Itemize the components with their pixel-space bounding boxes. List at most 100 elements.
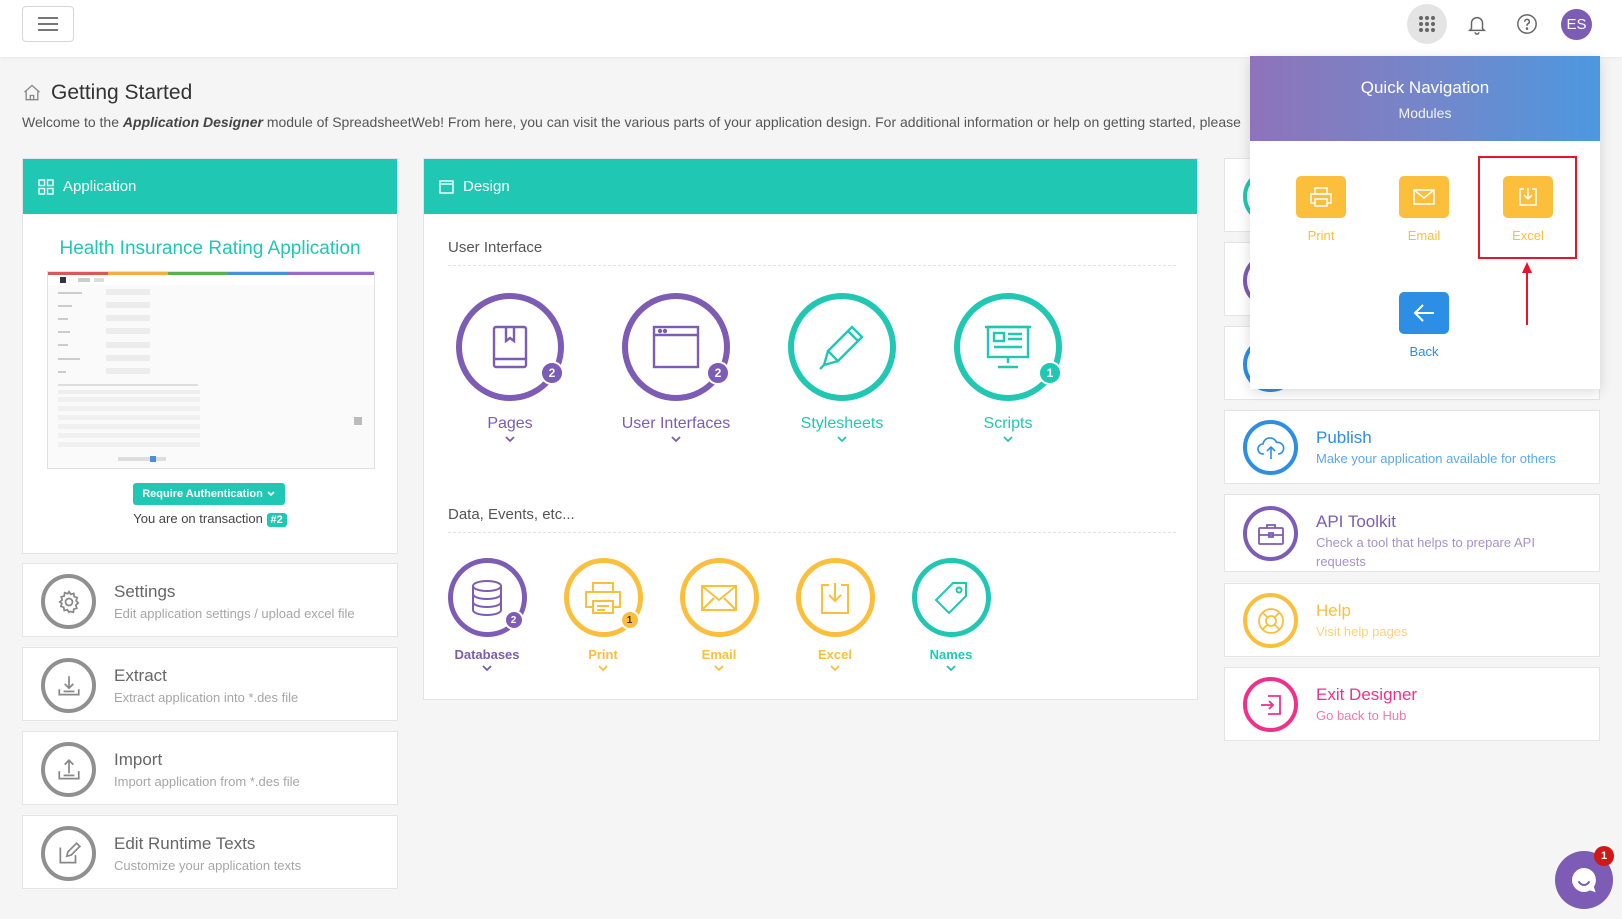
chevron-down-icon[interactable] <box>597 664 609 672</box>
pages-label: Pages <box>487 415 533 432</box>
user-interfaces-module[interactable]: 2 User Interfaces <box>611 293 741 443</box>
chevron-down-icon[interactable] <box>670 435 682 443</box>
chevron-down-icon[interactable] <box>504 435 516 443</box>
stylesheets-module[interactable]: Stylesheets <box>777 293 907 443</box>
import-card[interactable]: Import Import application from *.des fil… <box>22 731 398 805</box>
gear-icon <box>57 589 79 613</box>
menu-toggle-button[interactable] <box>22 6 74 42</box>
book-icon <box>492 325 528 369</box>
transaction-badge: #2 <box>266 513 287 527</box>
exit-designer-card[interactable]: Exit Designer Go back to Hub <box>1224 667 1600 741</box>
scripts-label: Scripts <box>983 415 1033 432</box>
chevron-down-icon[interactable] <box>836 435 848 443</box>
top-right-actions: ES <box>1407 4 1592 44</box>
email-ring <box>679 558 759 637</box>
notifications-button[interactable] <box>1457 4 1497 44</box>
extract-subtitle: Extract application into *.des file <box>114 690 299 705</box>
require-authentication-dropdown[interactable]: Require Authentication <box>133 483 285 505</box>
scripts-module[interactable]: 1 Scripts <box>943 293 1073 443</box>
extract-card[interactable]: Extract Extract application into *.des f… <box>22 647 398 721</box>
chevron-down-icon[interactable] <box>945 664 957 672</box>
help-button[interactable] <box>1507 4 1547 44</box>
databases-ring: 2 <box>447 558 527 637</box>
envelope-icon <box>701 584 737 611</box>
top-bar: ES <box>0 0 1622 57</box>
back-tile <box>1399 292 1449 334</box>
settings-subtitle: Edit application settings / upload excel… <box>114 606 355 621</box>
section-divider <box>448 265 1176 266</box>
quick-nav-print[interactable]: Print <box>1271 176 1371 243</box>
edit-runtime-title: Edit Runtime Texts <box>114 834 256 853</box>
scripts-ring: 1 <box>954 293 1062 401</box>
apps-grid-button[interactable] <box>1407 4 1447 44</box>
excel-ring <box>795 558 875 637</box>
quick-navigation-subtitle: Modules <box>1398 105 1452 121</box>
stylesheets-label: Stylesheets <box>800 415 884 432</box>
print-ring: 1 <box>563 558 643 637</box>
pages-ring: 2 <box>456 293 564 401</box>
envelope-icon <box>1413 189 1435 205</box>
pages-module[interactable]: 2 Pages <box>445 293 575 443</box>
bell-icon <box>1467 16 1487 35</box>
user-avatar[interactable]: ES <box>1561 8 1592 40</box>
quick-nav-email[interactable]: Email <box>1374 176 1474 243</box>
printer-icon <box>585 581 621 614</box>
settings-card[interactable]: Settings Edit application settings / upl… <box>22 563 398 637</box>
chevron-down-icon[interactable] <box>829 664 841 672</box>
welcome-emphasis: Application Designer <box>122 114 263 130</box>
help-title: Help <box>1316 601 1351 620</box>
user-interface-section-label: User Interface <box>448 239 543 256</box>
auth-button-label: Require Authentication <box>142 488 263 500</box>
extract-title: Extract <box>114 666 167 685</box>
databases-label: Databases <box>454 647 520 662</box>
quick-nav-back[interactable]: Back <box>1374 292 1474 359</box>
quick-navigation-title: Quick Navigation <box>1360 78 1490 97</box>
publish-card[interactable]: Publish Make your application available … <box>1224 410 1600 484</box>
presentation-icon <box>985 325 1031 369</box>
application-preview-thumbnail[interactable] <box>47 271 375 469</box>
help-card[interactable]: Help Visit help pages <box>1224 583 1600 657</box>
email-module[interactable]: Email <box>664 558 774 672</box>
welcome-prefix: Welcome to the <box>22 114 123 130</box>
import-subtitle: Import application from *.des file <box>114 774 300 789</box>
window-icon <box>652 325 700 369</box>
names-module[interactable]: Names <box>896 558 1006 672</box>
hamburger-icon <box>38 17 58 31</box>
print-module[interactable]: 1 Print <box>548 558 658 672</box>
chevron-down-icon[interactable] <box>713 664 725 672</box>
window-outline-icon <box>439 179 454 194</box>
chevron-down-icon[interactable] <box>1002 435 1014 443</box>
api-toolkit-card[interactable]: API Toolkit Check a tool that helps to p… <box>1224 494 1600 572</box>
excel-module[interactable]: Excel <box>780 558 890 672</box>
welcome-text: Welcome to the Application Designer modu… <box>22 114 1252 130</box>
exit-designer-subtitle: Go back to Hub <box>1316 708 1407 723</box>
dashboard-grid-icon <box>38 178 54 195</box>
tag-icon <box>934 581 967 614</box>
api-toolkit-subtitle: Check a tool that helps to prepare API r… <box>1316 535 1535 569</box>
application-panel: Application Health Insurance Rating Appl… <box>22 158 398 554</box>
download-icon <box>821 582 849 614</box>
exit-designer-title: Exit Designer <box>1316 685 1418 704</box>
excel-label: Excel <box>818 647 852 662</box>
help-ring <box>1243 593 1298 648</box>
edit-runtime-subtitle: Customize your application texts <box>114 858 302 873</box>
import-title: Import <box>114 750 163 769</box>
exit-designer-ring <box>1243 677 1298 732</box>
publish-ring <box>1243 420 1298 475</box>
download-tray-icon <box>57 675 80 696</box>
chevron-down-icon[interactable] <box>481 664 493 672</box>
email-tile <box>1399 176 1449 218</box>
design-header-label: Design <box>463 178 510 195</box>
application-header-label: Application <box>63 178 137 195</box>
databases-module[interactable]: 2 Databases <box>432 558 542 672</box>
names-ring <box>911 558 991 637</box>
design-panel-header: Design <box>424 159 1197 214</box>
print-tile <box>1296 176 1346 218</box>
application-name-link[interactable]: Health Insurance Rating Application <box>23 238 397 260</box>
chat-unread-badge: 1 <box>1594 846 1614 866</box>
section-divider <box>448 532 1176 533</box>
edit-runtime-texts-card[interactable]: Edit Runtime Texts Customize your applic… <box>22 815 398 889</box>
edit-runtime-ring <box>41 826 96 881</box>
chat-icon <box>1572 868 1596 893</box>
red-arrow-icon <box>1522 262 1532 325</box>
